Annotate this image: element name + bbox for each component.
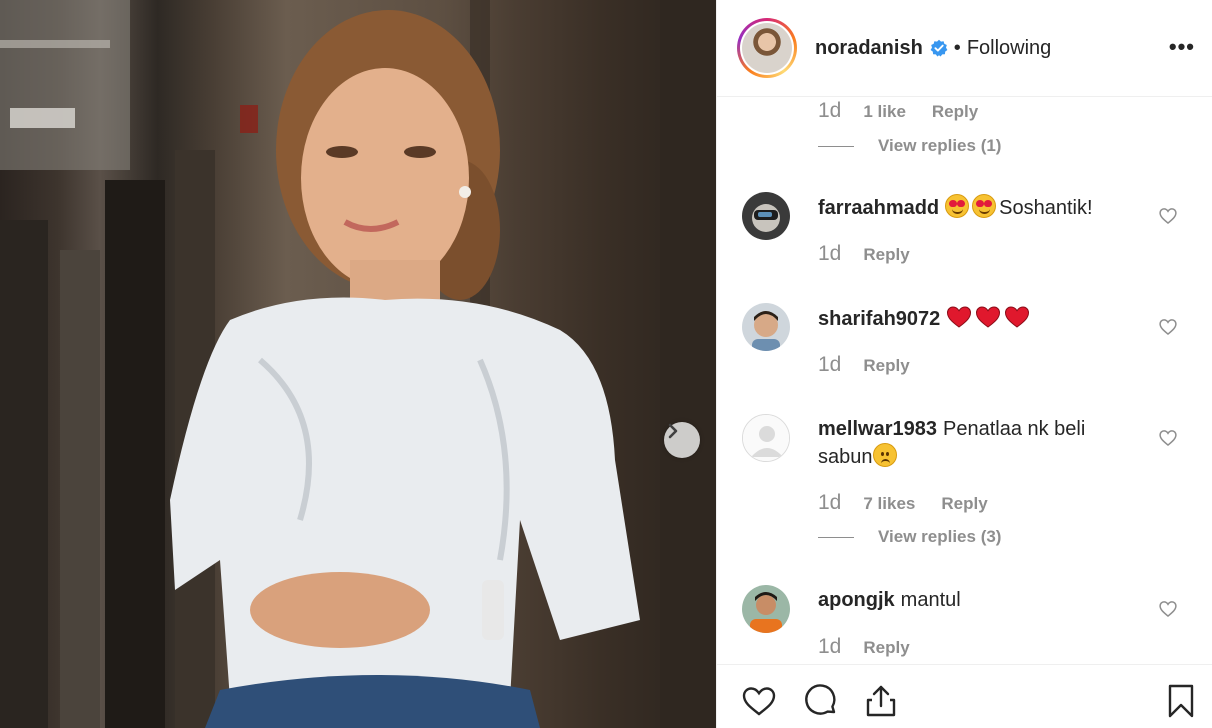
reply-button[interactable]: Reply <box>941 494 987 514</box>
red-heart-emoji <box>1005 306 1030 328</box>
comment-text: mellwar1983 Penatlaa nk beli sabun <box>818 416 1138 471</box>
comment-like-heart-icon[interactable] <box>1158 206 1178 226</box>
commenter-username[interactable]: sharifah9072 <box>818 308 940 330</box>
comment-like-heart-icon[interactable] <box>1158 428 1178 448</box>
bookmark-icon[interactable] <box>1163 683 1199 719</box>
comment-meta: 1d 1 like Reply <box>818 99 978 123</box>
default-avatar-icon <box>743 415 789 461</box>
commenter-username[interactable]: mellwar1983 <box>818 418 937 440</box>
more-options-icon[interactable]: ••• <box>1169 34 1195 60</box>
comment-time: 1d <box>818 635 842 658</box>
heart-eyes-emoji <box>945 194 970 218</box>
comment-time: 1d <box>818 353 842 376</box>
commenter-avatar[interactable] <box>742 414 790 462</box>
share-icon[interactable] <box>863 683 899 719</box>
commenter-avatar[interactable] <box>742 303 790 351</box>
comment-item: mellwar1983 Penatlaa nk beli sabun 1d 7 l… <box>717 414 1212 554</box>
view-replies-line <box>818 536 854 538</box>
post-header: noradanish • Following ••• <box>717 0 1212 97</box>
comment-likes[interactable]: 1 like <box>863 102 906 122</box>
view-replies-line <box>818 145 854 147</box>
comments-list: 1d 1 like Reply View replies (1) farraah… <box>717 98 1212 664</box>
commenter-avatar-image <box>742 192 790 240</box>
reply-button[interactable]: Reply <box>932 102 978 122</box>
comment-icon[interactable] <box>803 683 839 719</box>
following-button[interactable]: Following <box>967 37 1051 60</box>
reply-button[interactable]: Reply <box>863 356 909 376</box>
comment-likes[interactable]: 7 likes <box>863 494 915 514</box>
comment-meta: 1d Reply <box>818 242 910 266</box>
heart-icon[interactable] <box>741 683 777 719</box>
comment-text: farraahmadd Soshantik! <box>818 194 1138 222</box>
commenter-avatar[interactable] <box>742 585 790 633</box>
comment-time: 1d <box>818 242 842 265</box>
post-photo <box>0 0 716 728</box>
comment-body: Soshantik! <box>999 197 1093 219</box>
header-separator: • <box>953 36 961 59</box>
comment-time: 1d <box>818 491 842 514</box>
red-heart-emoji <box>947 306 972 328</box>
comment-item: apongjk mantul 1d Reply <box>717 585 1212 664</box>
red-heart-emoji <box>976 306 1001 328</box>
commenter-avatar[interactable] <box>742 192 790 240</box>
post-photo-image <box>0 0 716 728</box>
comment-body: mantul <box>900 589 961 611</box>
post-action-bar <box>717 664 1212 728</box>
reply-button[interactable]: Reply <box>863 245 909 265</box>
author-username[interactable]: noradanish <box>815 37 923 60</box>
comment-meta: 1d Reply <box>818 635 910 659</box>
post-side-panel: noradanish • Following ••• 1d 1 like Rep… <box>716 0 1212 728</box>
view-replies-button[interactable]: View replies (1) <box>818 136 1001 156</box>
comment-text: sharifah9072 <box>818 305 1138 333</box>
comment-meta: 1d 7 likes Reply <box>818 491 988 515</box>
sad-face-emoji <box>872 443 897 467</box>
comment-body-line1: Penatlaa nk beli <box>942 418 1086 440</box>
comment-text: apongjk mantul <box>818 587 1138 614</box>
commenter-avatar-image <box>742 585 790 633</box>
verified-badge-icon <box>930 39 948 57</box>
heart-eyes-emoji <box>972 194 997 218</box>
commenter-username[interactable]: apongjk <box>818 589 895 611</box>
author-avatar-frame <box>740 21 794 75</box>
comment-like-heart-icon[interactable] <box>1158 599 1178 619</box>
comment-meta: 1d Reply <box>818 353 910 377</box>
comment-time: 1d <box>818 99 842 122</box>
chevron-right-icon <box>668 423 678 439</box>
commenter-avatar-image <box>742 303 790 351</box>
next-photo-button[interactable] <box>664 422 700 458</box>
comment-like-heart-icon[interactable] <box>1158 317 1178 337</box>
comment-body-line2: sabun <box>818 446 873 468</box>
view-replies-label: View replies (1) <box>878 136 1002 155</box>
view-replies-label: View replies (3) <box>878 527 1002 546</box>
author-avatar-ring[interactable] <box>737 18 797 78</box>
comment-item: sharifah9072 1d Reply <box>717 303 1212 393</box>
view-replies-button[interactable]: View replies (3) <box>818 527 1001 547</box>
author-avatar <box>742 23 792 73</box>
comment-item: farraahmadd Soshantik! 1d Reply <box>717 192 1212 282</box>
commenter-username[interactable]: farraahmadd <box>818 197 939 219</box>
reply-button[interactable]: Reply <box>863 638 909 658</box>
